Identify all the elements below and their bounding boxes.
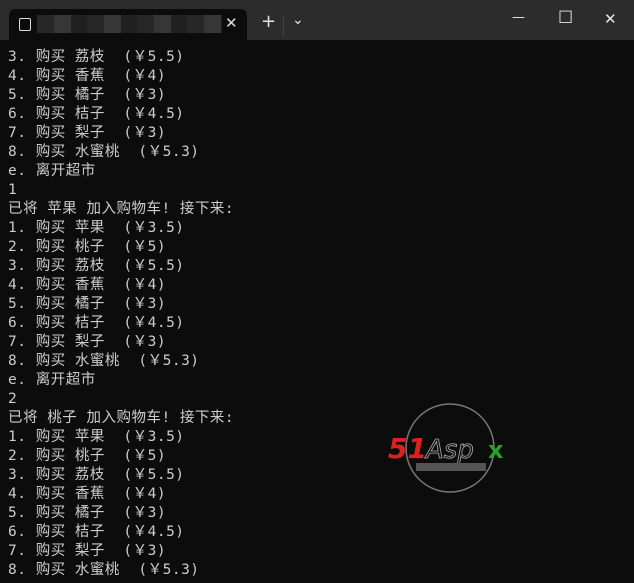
- tab-dropdown-button[interactable]: ⌄: [292, 12, 304, 28]
- minimize-button[interactable]: —: [512, 10, 525, 25]
- terminal-line: 5. 购买 橘子 (￥3): [8, 87, 167, 103]
- terminal-line: 1. 购买 苹果 (￥3.5): [8, 429, 185, 445]
- terminal-line: 4. 购买 香蕉 (￥4): [8, 277, 167, 293]
- terminal-line: 8. 购买 水蜜桃 (￥5.3): [8, 144, 200, 160]
- tab-close-button[interactable]: ✕: [225, 14, 238, 32]
- terminal-line: 1: [8, 182, 18, 198]
- terminal-icon: [19, 18, 31, 31]
- terminal-line: 4. 购买 香蕉 (￥4): [8, 486, 167, 502]
- close-button[interactable]: ✕: [604, 10, 617, 28]
- new-tab-button[interactable]: +: [261, 11, 276, 32]
- terminal-line: 6. 购买 桔子 (￥4.5): [8, 315, 185, 331]
- terminal-line: 2: [8, 391, 18, 407]
- terminal-line: 6. 购买 桔子 (￥4.5): [8, 106, 185, 122]
- terminal-line: 8. 购买 水蜜桃 (￥5.3): [8, 562, 200, 578]
- divider: [283, 16, 284, 36]
- terminal-line: 4. 购买 香蕉 (￥4): [8, 68, 167, 84]
- terminal-line: 已将 苹果 加入购物车! 接下来:: [8, 201, 235, 217]
- terminal-tab[interactable]: ✕: [9, 9, 247, 40]
- terminal-line: 3. 购买 荔枝 (￥5.5): [8, 258, 185, 274]
- terminal-line: 7. 购买 梨子 (￥3): [8, 125, 167, 141]
- terminal-line: 1. 购买 苹果 (￥3.5): [8, 220, 185, 236]
- terminal-line: 已将 桃子 加入购物车! 接下来:: [8, 410, 235, 426]
- watermark-logo: 51 Asp x: [388, 403, 504, 493]
- svg-text:Asp: Asp: [424, 435, 474, 465]
- title-bar: ✕ + ⌄ — ☐ ✕: [0, 0, 634, 40]
- terminal-line: 2. 购买 桃子 (￥5): [8, 448, 167, 464]
- terminal-line: 8. 购买 水蜜桃 (￥5.3): [8, 353, 200, 369]
- terminal-line: 7. 购买 梨子 (￥3): [8, 543, 167, 559]
- terminal-line: 2. 购买 桃子 (￥5): [8, 239, 167, 255]
- maximize-button[interactable]: ☐: [558, 8, 573, 28]
- terminal-line: e. 离开超市: [8, 372, 96, 388]
- terminal-line: e. 离开超市: [8, 163, 96, 179]
- terminal-output[interactable]: 3. 购买 荔枝 (￥5.5) 4. 购买 香蕉 (￥4) 5. 购买 橘子 (￥3…: [8, 48, 634, 583]
- terminal-line: 3. 购买 荔枝 (￥5.5): [8, 49, 185, 65]
- terminal-line: 5. 购买 橘子 (￥3): [8, 296, 167, 312]
- terminal-line: 3. 购买 荔枝 (￥5.5): [8, 467, 185, 483]
- terminal-line: 7. 购买 梨子 (￥3): [8, 334, 167, 350]
- tab-title-redacted: [37, 15, 222, 33]
- terminal-line: 5. 购买 橘子 (￥3): [8, 505, 167, 521]
- svg-text:x: x: [488, 436, 504, 464]
- terminal-line: 6. 购买 桔子 (￥4.5): [8, 524, 185, 540]
- svg-text:51: 51: [388, 432, 427, 465]
